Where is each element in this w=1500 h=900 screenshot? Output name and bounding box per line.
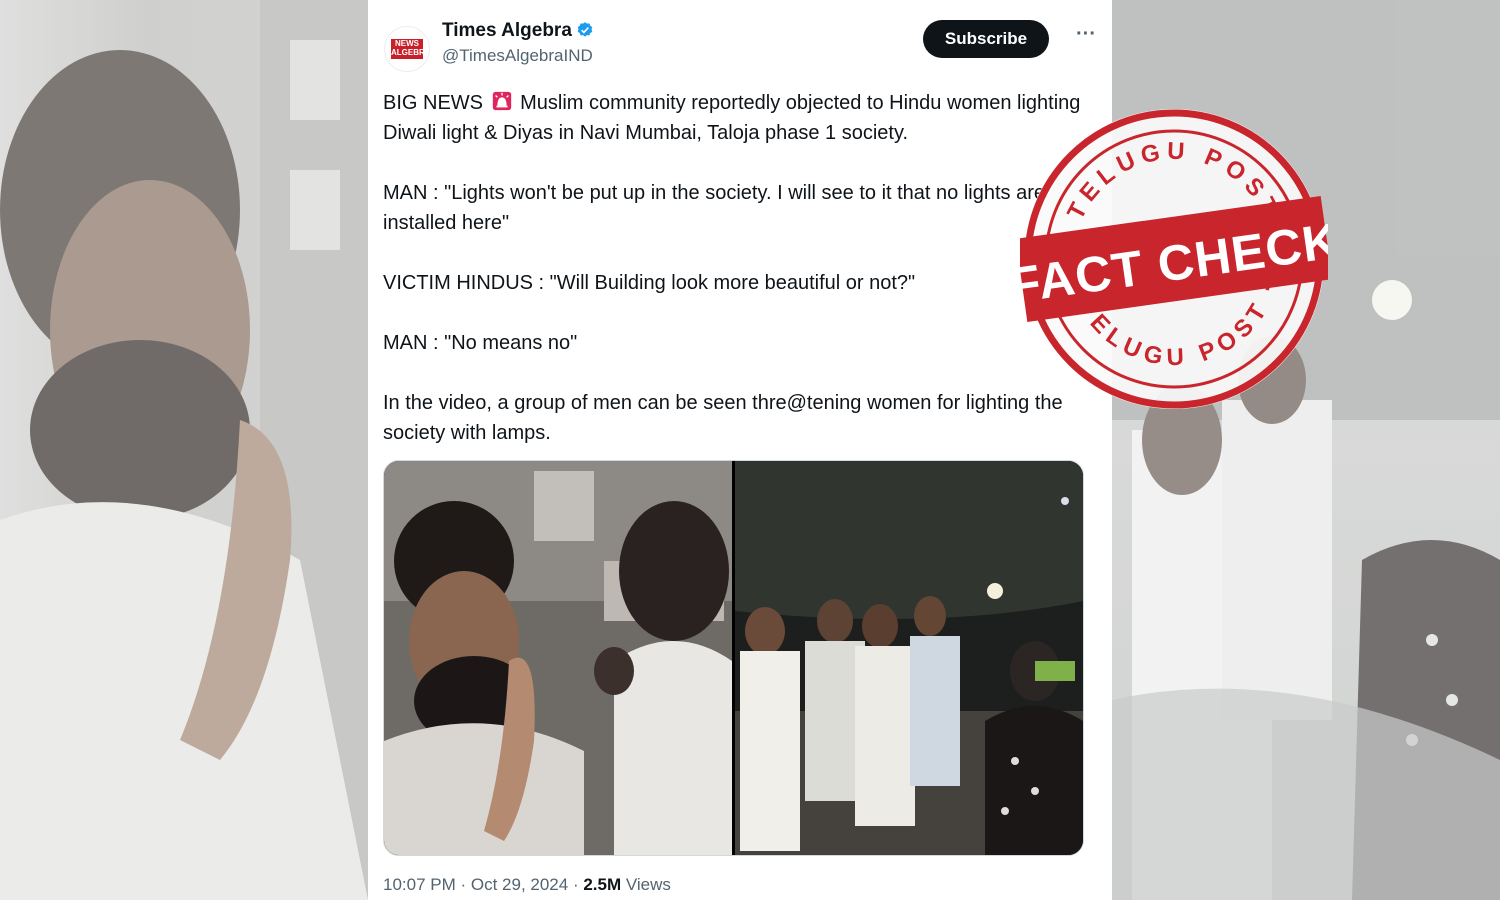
media-photo-1[interactable]: [384, 461, 732, 855]
tweet-media[interactable]: [383, 460, 1084, 856]
tweet-paragraph-2: MAN : "Lights won't be put up in the soc…: [383, 182, 1045, 234]
verified-badge-icon: [577, 22, 593, 37]
tweet-paragraph-4: MAN : "No means no": [383, 332, 578, 354]
more-options-icon[interactable]: ···: [1074, 24, 1098, 50]
tweet-paragraph-1: BIG NEWS Muslim community reportedly obj…: [383, 88, 1098, 148]
author-avatar[interactable]: NEWS ALGEBRA: [384, 26, 430, 72]
views-label: Views: [621, 875, 671, 894]
telugu-post-fact-check-stamp: · TELUGU POST · · TELUGU POST · FACT CHE…: [1006, 105, 1343, 413]
news-algebra-logo: NEWS ALGEBRA: [391, 39, 430, 59]
subscribe-button[interactable]: Subscribe: [923, 20, 1049, 58]
siren-icon: [492, 91, 511, 111]
views-count: 2.5M: [583, 875, 622, 894]
author-name-text: Times Algebra: [442, 20, 572, 41]
big-news-label: BIG NEWS: [383, 92, 489, 114]
tweet-paragraph-5: In the video, a group of men can be seen…: [383, 392, 1069, 444]
author-name[interactable]: Times Algebra: [442, 20, 594, 42]
tweet-header: NEWS ALGEBRA Times Algebra @TimesAlgebra…: [384, 18, 1098, 72]
tweet-paragraph-3: VICTIM HINDUS : "Will Building look more…: [383, 272, 916, 294]
author-handle[interactable]: @TimesAlgebraIND: [442, 46, 593, 66]
media-photo-2[interactable]: [735, 461, 1083, 855]
tweet-meta: 10:07 PM · Oct 29, 2024 · 2.5M Views: [383, 875, 671, 895]
tweet-timestamp[interactable]: 10:07 PM · Oct 29, 2024 ·: [383, 875, 583, 894]
tweet-card: NEWS ALGEBRA Times Algebra @TimesAlgebra…: [368, 0, 1112, 900]
tweet-text: BIG NEWS Muslim community reportedly obj…: [383, 88, 1098, 478]
background-video-frame-left: [0, 0, 368, 900]
